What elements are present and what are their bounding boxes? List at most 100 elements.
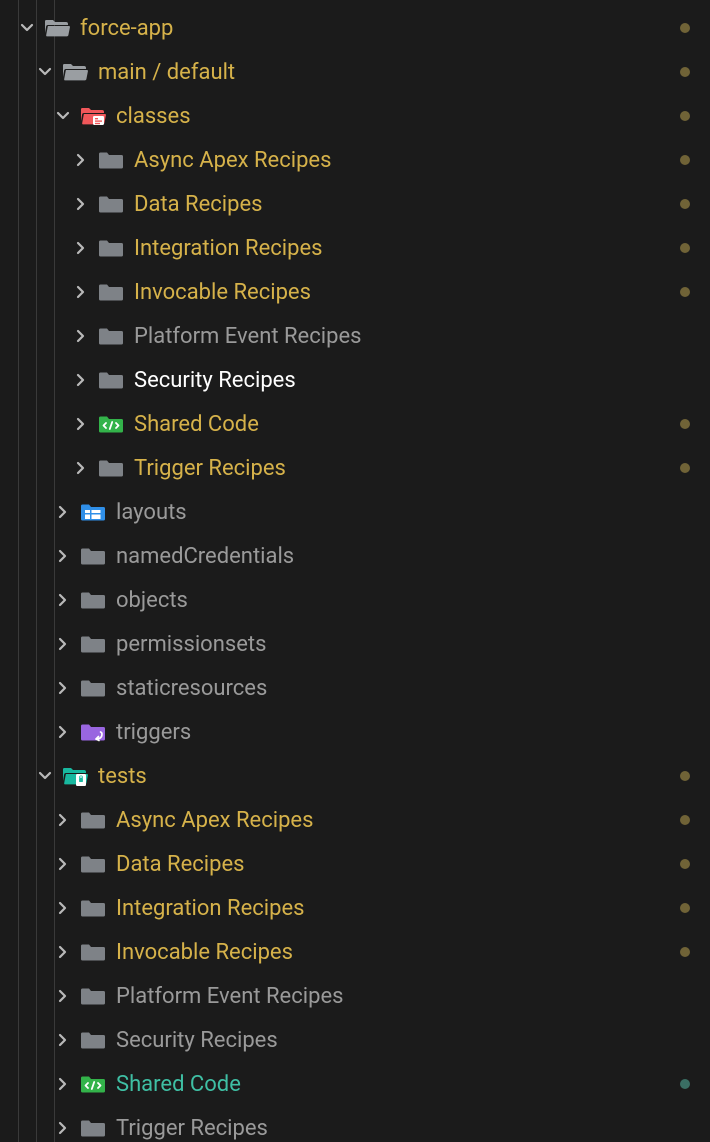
- tree-item-classes[interactable]: classes: [0, 94, 710, 138]
- chevron-right-icon[interactable]: [72, 151, 90, 169]
- tree-item-objects[interactable]: objects: [0, 578, 710, 622]
- tree-item-label: Data Recipes: [134, 192, 263, 217]
- tree-item-permissionsets[interactable]: permissionsets: [0, 622, 710, 666]
- folder-icon: [80, 941, 106, 963]
- git-status-dot: [680, 287, 690, 297]
- chevron-down-icon[interactable]: [36, 63, 54, 81]
- tree-item-named-credentials[interactable]: namedCredentials: [0, 534, 710, 578]
- chevron-right-icon[interactable]: [54, 547, 72, 565]
- tree-item-classes-async[interactable]: Async Apex Recipes: [0, 138, 710, 182]
- folder-icon: [98, 369, 124, 391]
- tree-item-tests-async[interactable]: Async Apex Recipes: [0, 798, 710, 842]
- folder-icon: [80, 1073, 106, 1095]
- chevron-right-icon[interactable]: [72, 195, 90, 213]
- tree-item-label: triggers: [116, 720, 191, 745]
- chevron-right-icon[interactable]: [72, 459, 90, 477]
- tree-item-label: Integration Recipes: [134, 236, 323, 261]
- chevron-right-icon[interactable]: [72, 415, 90, 433]
- chevron-right-icon[interactable]: [54, 679, 72, 697]
- tree-item-classes-trigger[interactable]: Trigger Recipes: [0, 446, 710, 490]
- tree-item-classes-platform-event[interactable]: Platform Event Recipes: [0, 314, 710, 358]
- folder-icon: [98, 281, 124, 303]
- tree-item-label: Integration Recipes: [116, 896, 305, 921]
- tree-item-triggers[interactable]: triggers: [0, 710, 710, 754]
- folder-icon: [62, 61, 88, 83]
- tree-item-layouts[interactable]: layouts: [0, 490, 710, 534]
- git-status-dot: [680, 111, 690, 121]
- folder-icon: [98, 149, 124, 171]
- folder-icon: [80, 589, 106, 611]
- tree-item-tests-security[interactable]: Security Recipes: [0, 1018, 710, 1062]
- tree-item-tests-invocable[interactable]: Invocable Recipes: [0, 930, 710, 974]
- tree-item-tests-platform-event[interactable]: Platform Event Recipes: [0, 974, 710, 1018]
- chevron-right-icon[interactable]: [54, 987, 72, 1005]
- tree-item-classes-integration[interactable]: Integration Recipes: [0, 226, 710, 270]
- tree-item-label: namedCredentials: [116, 544, 294, 569]
- folder-icon: [98, 457, 124, 479]
- tree-item-staticresources[interactable]: staticresources: [0, 666, 710, 710]
- tree-item-classes-security[interactable]: Security Recipes: [0, 358, 710, 402]
- git-status-dot: [680, 859, 690, 869]
- tree-item-label: Shared Code: [134, 412, 259, 437]
- tree-item-label: layouts: [116, 500, 187, 525]
- folder-icon: [80, 721, 106, 743]
- chevron-right-icon[interactable]: [54, 855, 72, 873]
- folder-icon: [62, 765, 88, 787]
- tree-item-classes-invocable[interactable]: Invocable Recipes: [0, 270, 710, 314]
- tree-item-tests-shared-code[interactable]: Shared Code: [0, 1062, 710, 1106]
- tree-item-label: force-app: [80, 16, 173, 41]
- chevron-right-icon[interactable]: [54, 591, 72, 609]
- tree-item-label: objects: [116, 588, 188, 613]
- tree-item-force-app[interactable]: force-app: [0, 6, 710, 50]
- chevron-down-icon[interactable]: [36, 767, 54, 785]
- file-explorer-tree[interactable]: force-app main / default classes Async: [0, 0, 710, 1142]
- tree-item-label: Platform Event Recipes: [116, 984, 343, 1009]
- chevron-right-icon[interactable]: [54, 899, 72, 917]
- tree-item-label: staticresources: [116, 676, 267, 701]
- folder-icon: [98, 325, 124, 347]
- chevron-right-icon[interactable]: [54, 1119, 72, 1137]
- tree-item-classes-shared-code[interactable]: Shared Code: [0, 402, 710, 446]
- folder-icon: [80, 853, 106, 875]
- folder-icon: [80, 897, 106, 919]
- tree-item-label: Platform Event Recipes: [134, 324, 361, 349]
- git-status-dot: [680, 419, 690, 429]
- folder-icon: [80, 633, 106, 655]
- tree-item-label: main / default: [98, 60, 235, 85]
- folder-icon: [80, 809, 106, 831]
- chevron-right-icon[interactable]: [72, 371, 90, 389]
- git-status-dot: [680, 815, 690, 825]
- tree-item-classes-data[interactable]: Data Recipes: [0, 182, 710, 226]
- tree-item-label: Shared Code: [116, 1072, 241, 1097]
- chevron-right-icon[interactable]: [72, 327, 90, 345]
- tree-item-main-default[interactable]: main / default: [0, 50, 710, 94]
- tree-item-label: Trigger Recipes: [116, 1116, 268, 1141]
- chevron-right-icon[interactable]: [54, 811, 72, 829]
- tree-item-tests-data[interactable]: Data Recipes: [0, 842, 710, 886]
- git-status-dot: [680, 463, 690, 473]
- folder-icon: [44, 17, 70, 39]
- git-status-dot: [680, 947, 690, 957]
- chevron-right-icon[interactable]: [54, 943, 72, 961]
- git-status-dot: [680, 23, 690, 33]
- chevron-down-icon[interactable]: [18, 19, 36, 37]
- tree-item-tests[interactable]: tests: [0, 754, 710, 798]
- git-status-dot: [680, 1079, 690, 1089]
- folder-icon: [80, 105, 106, 127]
- git-status-dot: [680, 903, 690, 913]
- folder-icon: [98, 413, 124, 435]
- chevron-right-icon[interactable]: [54, 723, 72, 741]
- folder-icon: [98, 193, 124, 215]
- folder-icon: [80, 1029, 106, 1051]
- chevron-right-icon[interactable]: [72, 239, 90, 257]
- chevron-right-icon[interactable]: [54, 503, 72, 521]
- tree-item-label: Async Apex Recipes: [134, 148, 331, 173]
- tree-item-label: tests: [98, 764, 147, 789]
- chevron-right-icon[interactable]: [54, 1031, 72, 1049]
- chevron-right-icon[interactable]: [72, 283, 90, 301]
- chevron-down-icon[interactable]: [54, 107, 72, 125]
- tree-item-tests-trigger[interactable]: Trigger Recipes: [0, 1106, 710, 1142]
- chevron-right-icon[interactable]: [54, 635, 72, 653]
- chevron-right-icon[interactable]: [54, 1075, 72, 1093]
- tree-item-tests-integration[interactable]: Integration Recipes: [0, 886, 710, 930]
